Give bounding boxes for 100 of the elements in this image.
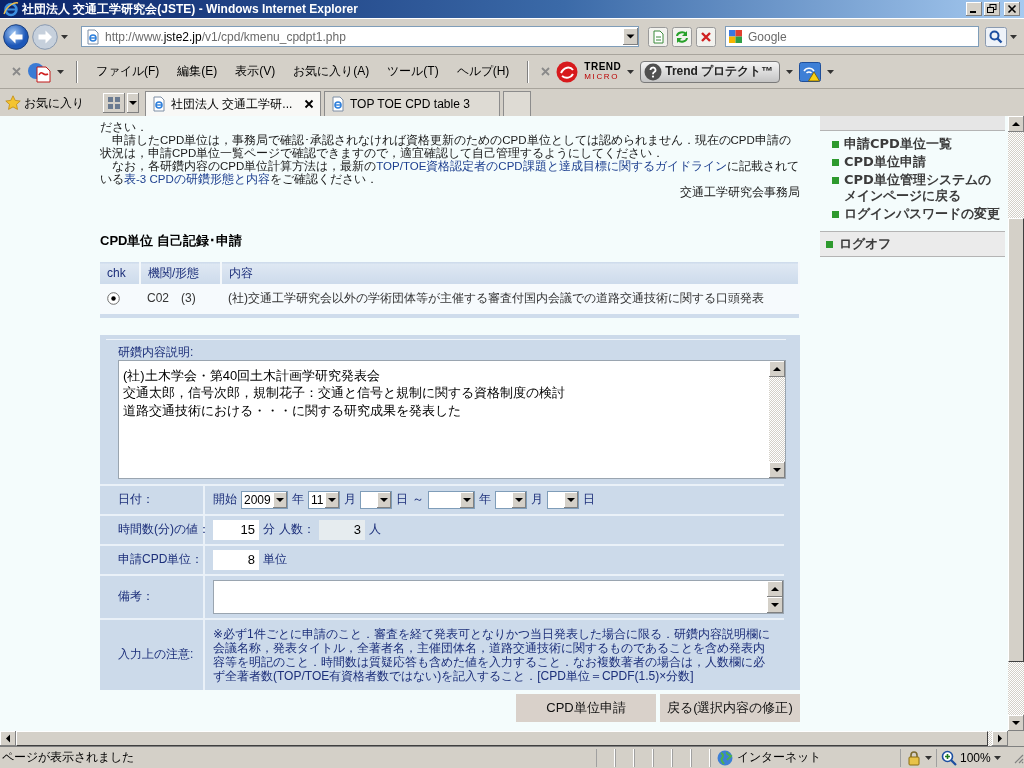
globe-icon bbox=[717, 749, 733, 766]
dropdown[interactable] bbox=[428, 490, 475, 509]
bullet-icon bbox=[826, 240, 833, 248]
field-label: 入力上の注意: bbox=[118, 646, 194, 663]
menu-item[interactable]: お気に入り(A) bbox=[287, 61, 376, 82]
scrollbar[interactable] bbox=[767, 580, 783, 613]
status-text: ページが表示されました bbox=[1, 749, 135, 766]
address-field[interactable]: http://www.jste2.jp/v1/cpd/kmenu_cpdpt1.php bbox=[81, 26, 639, 47]
favorites-button[interactable]: お気に入り bbox=[4, 90, 90, 116]
signal-warning-icon[interactable] bbox=[799, 61, 822, 82]
column-header: chk bbox=[100, 262, 140, 284]
remarks-field[interactable] bbox=[213, 579, 784, 614]
menu-link[interactable]: CPD単位申請 bbox=[844, 154, 926, 170]
table-cell: C02 (3) bbox=[140, 283, 221, 316]
column-header: 機関/形態 bbox=[140, 262, 221, 284]
field-text: 分 bbox=[263, 521, 275, 538]
signature-text: 交通工学研究会事務局 bbox=[679, 186, 800, 199]
intro-paragraph: ださい． bbox=[100, 121, 149, 134]
dropdown-arrow-icon[interactable] bbox=[325, 491, 339, 508]
zoom-button[interactable]: 100% bbox=[936, 748, 1012, 767]
back-icon[interactable] bbox=[3, 23, 29, 50]
left-arrow-icon[interactable] bbox=[0, 731, 16, 746]
up-arrow-icon[interactable] bbox=[1008, 116, 1024, 132]
dropdown[interactable] bbox=[360, 490, 392, 509]
logoff-link[interactable]: ログオフ bbox=[839, 236, 891, 252]
field-label: 時間数(分)の値： bbox=[118, 521, 210, 538]
dropdown-arrow-icon[interactable] bbox=[377, 491, 391, 508]
down-arrow-icon[interactable] bbox=[1008, 715, 1024, 731]
field-label: 備考： bbox=[118, 588, 154, 605]
description-field[interactable]: (社)土木学会・第40回土木計画学研究発表会 交通太郎，信号次郎，規制花子：交通と信号と規制に関する資格制度の検討 道路交通技術における・・・に関する研究成果を発表した bbox=[118, 359, 786, 479]
caret-icon[interactable] bbox=[627, 69, 635, 74]
field-text: 年 bbox=[479, 491, 491, 508]
dropdown-arrow-icon[interactable] bbox=[512, 491, 526, 508]
menu-link[interactable]: ログインパスワードの変更 bbox=[844, 206, 1000, 222]
document-icon[interactable] bbox=[27, 60, 51, 83]
logo-icon[interactable] bbox=[556, 60, 579, 83]
caret-icon[interactable] bbox=[1010, 34, 1017, 39]
table-cell: (社)交通工学研究会以外の学術団体等が主催する審査付国内会議での道路交通技術に関する口頭発表 bbox=[221, 283, 799, 316]
field-text: 開始 bbox=[213, 491, 237, 508]
close-icon[interactable] bbox=[1004, 2, 1020, 16]
down-arrow-icon[interactable] bbox=[769, 461, 785, 478]
tab[interactable]: 社団法人 交通工学研... bbox=[145, 91, 321, 116]
refresh-icon[interactable] bbox=[672, 26, 692, 47]
back-button[interactable]: 戻る(選択内容の修正) bbox=[660, 693, 800, 722]
search-field[interactable]: Google bbox=[745, 26, 979, 47]
scrollbar-thumb[interactable] bbox=[1008, 218, 1024, 662]
caret-icon[interactable] bbox=[61, 34, 68, 39]
caret-icon[interactable] bbox=[925, 755, 932, 760]
grid-icon[interactable] bbox=[103, 93, 125, 113]
menu-item[interactable]: ツール(T) bbox=[381, 61, 445, 82]
radio-button[interactable] bbox=[107, 292, 120, 305]
caret-icon[interactable] bbox=[827, 69, 835, 74]
scrollbar[interactable] bbox=[769, 360, 785, 478]
up-arrow-icon[interactable] bbox=[767, 580, 783, 597]
document-icon[interactable] bbox=[648, 26, 668, 47]
field-text: 月 bbox=[344, 491, 356, 508]
tab[interactable]: TOP TOE CPD table 3 bbox=[324, 91, 500, 116]
menu-item[interactable]: 表示(V) bbox=[229, 61, 282, 82]
cross-icon[interactable] bbox=[696, 26, 716, 47]
dropdown-arrow-icon[interactable] bbox=[273, 491, 287, 508]
browser-logo-icon bbox=[3, 1, 19, 17]
field-text: 人数： bbox=[279, 521, 315, 538]
scrollbar[interactable] bbox=[1008, 116, 1024, 731]
close-icon[interactable] bbox=[304, 99, 314, 109]
dropdown-arrow-icon[interactable] bbox=[460, 491, 474, 508]
page-icon bbox=[330, 96, 346, 112]
note-text: ※必ず1件ごとに申請のこと．審査を経て発表可となりかつ当日発表した場合に限る．研鑽内容説明欄に会議名称，発表タイトル，全著者名，主催団体名，道路交通技術に関するものであることを含め発表内容等を明記のこと．時間数は質疑応答も含めた値を入力すること．なお複数著者の場合は，人数欄に必ず全著者数(TOP/TOE有資格者数ではない)を記入すること．[CPD単位＝CPDF(1.5)×分数] bbox=[213, 626, 771, 683]
field-label: 申請CPD単位： bbox=[118, 551, 204, 568]
menu-link[interactable]: 申請CPD単位一覧 bbox=[844, 136, 952, 152]
status-pane bbox=[691, 748, 710, 767]
restore-icon[interactable] bbox=[984, 2, 1000, 16]
caret-icon[interactable] bbox=[786, 69, 794, 74]
dropdown[interactable]: 2009 bbox=[241, 490, 288, 509]
caret-icon[interactable] bbox=[57, 69, 64, 74]
minimize-icon[interactable] bbox=[966, 2, 982, 16]
menu-item[interactable]: ヘルプ(H) bbox=[450, 61, 516, 82]
dropdown-arrow-icon[interactable] bbox=[564, 491, 578, 508]
right-arrow-icon[interactable] bbox=[992, 731, 1008, 746]
dropdown-arrow-icon[interactable] bbox=[623, 28, 638, 45]
caret-icon[interactable] bbox=[993, 755, 1001, 760]
search-icon[interactable] bbox=[985, 26, 1007, 47]
dropdown[interactable]: 11 bbox=[308, 490, 340, 509]
menu-link[interactable]: CPD単位管理システムのメインページに戻る bbox=[844, 172, 1001, 204]
page-icon bbox=[151, 96, 167, 112]
dropdown[interactable] bbox=[547, 490, 579, 509]
protect-button[interactable]: Trend プロテクト™ bbox=[640, 60, 781, 83]
menu-item[interactable]: 編集(E) bbox=[171, 61, 224, 82]
field-text: 日 bbox=[583, 491, 595, 508]
number-field[interactable]: 8 bbox=[213, 549, 259, 570]
menu-item[interactable]: ファイル(F) bbox=[90, 61, 166, 82]
bullet-icon bbox=[832, 211, 839, 218]
dropdown-arrow-icon[interactable] bbox=[127, 93, 139, 113]
document-link[interactable]: TOP/TOE資格認定者のCPD課題と達成目標に関するガイドライン bbox=[376, 160, 727, 172]
number-field[interactable]: 15 bbox=[213, 519, 259, 540]
submit-button[interactable]: CPD単位申請 bbox=[516, 693, 656, 722]
status-pane bbox=[615, 748, 634, 767]
up-arrow-icon[interactable] bbox=[769, 360, 785, 377]
dropdown[interactable] bbox=[495, 490, 527, 509]
document-link[interactable]: 表-3 CPDの研鑽形態と内容 bbox=[124, 173, 270, 185]
status-pane bbox=[672, 748, 691, 767]
